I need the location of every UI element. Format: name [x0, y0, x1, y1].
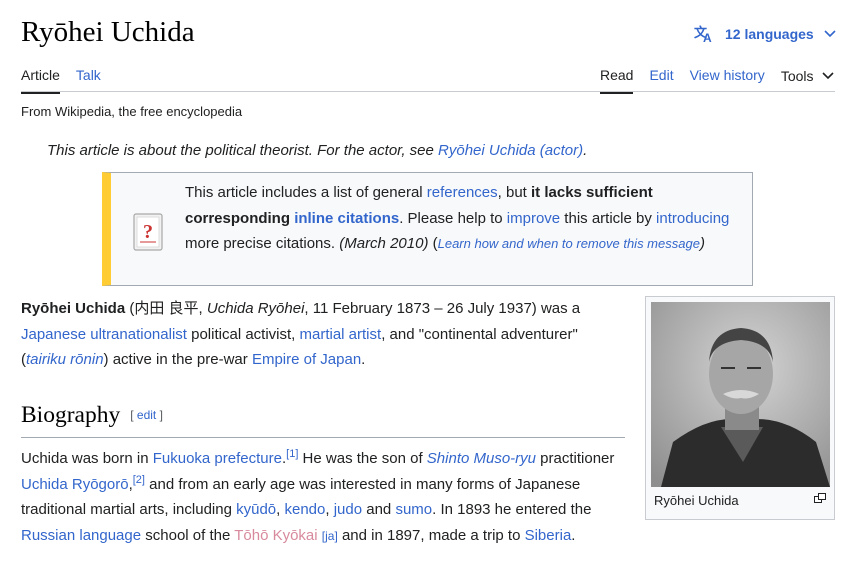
warning-text: . Please help to — [399, 209, 507, 227]
bio-text: and — [362, 501, 396, 518]
section-edit-link: [ edit ] — [130, 408, 163, 422]
warning-text: ( — [428, 235, 438, 252]
language-count-label: 12 languages — [725, 26, 814, 42]
subject-name: Ryōhei Uchida — [21, 300, 126, 317]
svg-text:A: A — [703, 31, 712, 43]
tab-edit[interactable]: Edit — [649, 67, 673, 94]
warning-date: (March 2010) — [339, 235, 429, 252]
biography-paragraph: Uchida was born in Fukuoka prefecture. [1… — [21, 446, 626, 549]
link-improve[interactable]: improve — [507, 210, 560, 227]
lead-paragraph: Ryōhei Uchida (内田 良平, Uchida Ryōhei, 11 … — [21, 296, 626, 373]
namespace-tabs: Article Talk — [21, 67, 117, 94]
tabs-divider — [21, 91, 835, 92]
tab-view-history[interactable]: View history — [690, 67, 765, 94]
link-sumo[interactable]: sumo — [395, 501, 432, 518]
link-toho-kyokai[interactable]: Tōhō Kyōkai — [234, 527, 317, 544]
link-martial-artist[interactable]: martial artist — [300, 326, 382, 343]
link-shinto-muso-ryu[interactable]: Shinto Muso-ryu — [427, 450, 536, 467]
section-heading-biography: Biography [ edit ] — [21, 402, 163, 429]
lead-text: (内田 良平, — [125, 300, 207, 317]
bio-text: practitioner — [536, 450, 615, 467]
link-fukuoka-prefecture[interactable]: Fukuoka prefecture — [153, 450, 282, 467]
hatnote-link-actor[interactable]: Ryōhei Uchida (actor) — [438, 142, 583, 159]
portrait-photo[interactable] — [651, 302, 830, 487]
enlarge-icon[interactable] — [814, 493, 826, 503]
link-kyudo[interactable]: kyūdō — [236, 501, 276, 518]
link-empire-of-japan[interactable]: Empire of Japan — [252, 351, 361, 368]
page-title: Ryōhei Uchida — [21, 16, 195, 48]
infobox-caption: Ryōhei Uchida — [654, 493, 739, 508]
bio-text: Uchida was born in — [21, 450, 153, 467]
reference-1[interactable]: [1] — [286, 448, 298, 460]
bio-text: and in 1897, made a trip to — [337, 526, 525, 544]
warning-text: This article includes a list of general — [185, 184, 427, 201]
romaji-name: Uchida Ryōhei — [206, 300, 305, 317]
svg-text:?: ? — [143, 221, 153, 243]
link-russian-language[interactable]: Russian language — [21, 527, 141, 544]
warning-message: This article includes a list of general … — [185, 180, 750, 257]
lead-text: ) active in the pre-war — [103, 351, 252, 368]
bio-text: , — [325, 501, 334, 518]
tab-talk[interactable]: Talk — [76, 67, 101, 94]
citation-warning-box: ? This article includes a list of genera… — [102, 172, 753, 286]
link-siberia[interactable]: Siberia — [525, 527, 572, 544]
link-inline-citations[interactable]: inline citations — [294, 210, 399, 227]
view-tabs: Read Edit View history Tools — [600, 67, 850, 94]
link-references[interactable]: references — [427, 184, 498, 201]
lead-text: . — [361, 351, 366, 368]
tab-read[interactable]: Read — [600, 67, 634, 94]
chevron-down-icon — [824, 30, 836, 38]
site-tagline: From Wikipedia, the free encyclopedia — [21, 104, 243, 119]
tools-menu[interactable]: Tools — [781, 67, 834, 94]
infobox-image: Ryōhei Uchida — [645, 296, 835, 520]
interlanguage-link-ja[interactable]: [ja] — [322, 529, 338, 543]
language-selector[interactable]: 文 A 12 languages — [694, 25, 847, 43]
bio-text: school of the — [141, 526, 235, 544]
edit-section-button[interactable]: edit — [137, 408, 156, 422]
chevron-down-icon — [821, 72, 834, 80]
warning-text: , but — [497, 184, 532, 201]
warning-text: this article by — [560, 209, 657, 227]
link-judo[interactable]: judo — [334, 501, 362, 518]
tab-article[interactable]: Article — [21, 67, 60, 94]
reference-2[interactable]: [2] — [133, 474, 145, 486]
bracket: ] — [156, 408, 163, 422]
lead-text: political activist, — [186, 325, 300, 343]
question-document-icon: ? — [133, 213, 163, 251]
bracket: [ — [130, 408, 137, 422]
link-kendo[interactable]: kendo — [284, 501, 325, 518]
warning-text: ) — [699, 235, 705, 252]
bio-text: He was the son of — [298, 450, 427, 467]
bio-text: . In 1893 he entered the — [432, 501, 592, 518]
warning-text: more precise citations. — [185, 235, 340, 252]
bio-text: . — [571, 526, 576, 544]
section-heading-text: Biography — [21, 402, 121, 428]
link-japanese-ultranationalist[interactable]: Japanese ultranationalist — [21, 326, 187, 343]
language-icon: 文 A — [694, 25, 712, 43]
hatnote-period: . — [583, 142, 588, 159]
hatnote-text: This article is about the political theo… — [47, 142, 439, 159]
link-introducing[interactable]: introducing — [656, 210, 729, 227]
link-uchida-ryogoro[interactable]: Uchida Ryōgorō — [21, 476, 129, 493]
hatnote: This article is about the political theo… — [47, 142, 587, 159]
lead-text: , 11 February 1873 – 26 July 1937) was a — [304, 300, 581, 317]
tools-label: Tools — [780, 68, 814, 84]
link-tairiku-ronin[interactable]: tairiku rōnin — [26, 351, 104, 368]
link-learn-remove[interactable]: Learn how and when to remove this messag… — [438, 236, 700, 251]
heading-divider — [21, 437, 625, 438]
